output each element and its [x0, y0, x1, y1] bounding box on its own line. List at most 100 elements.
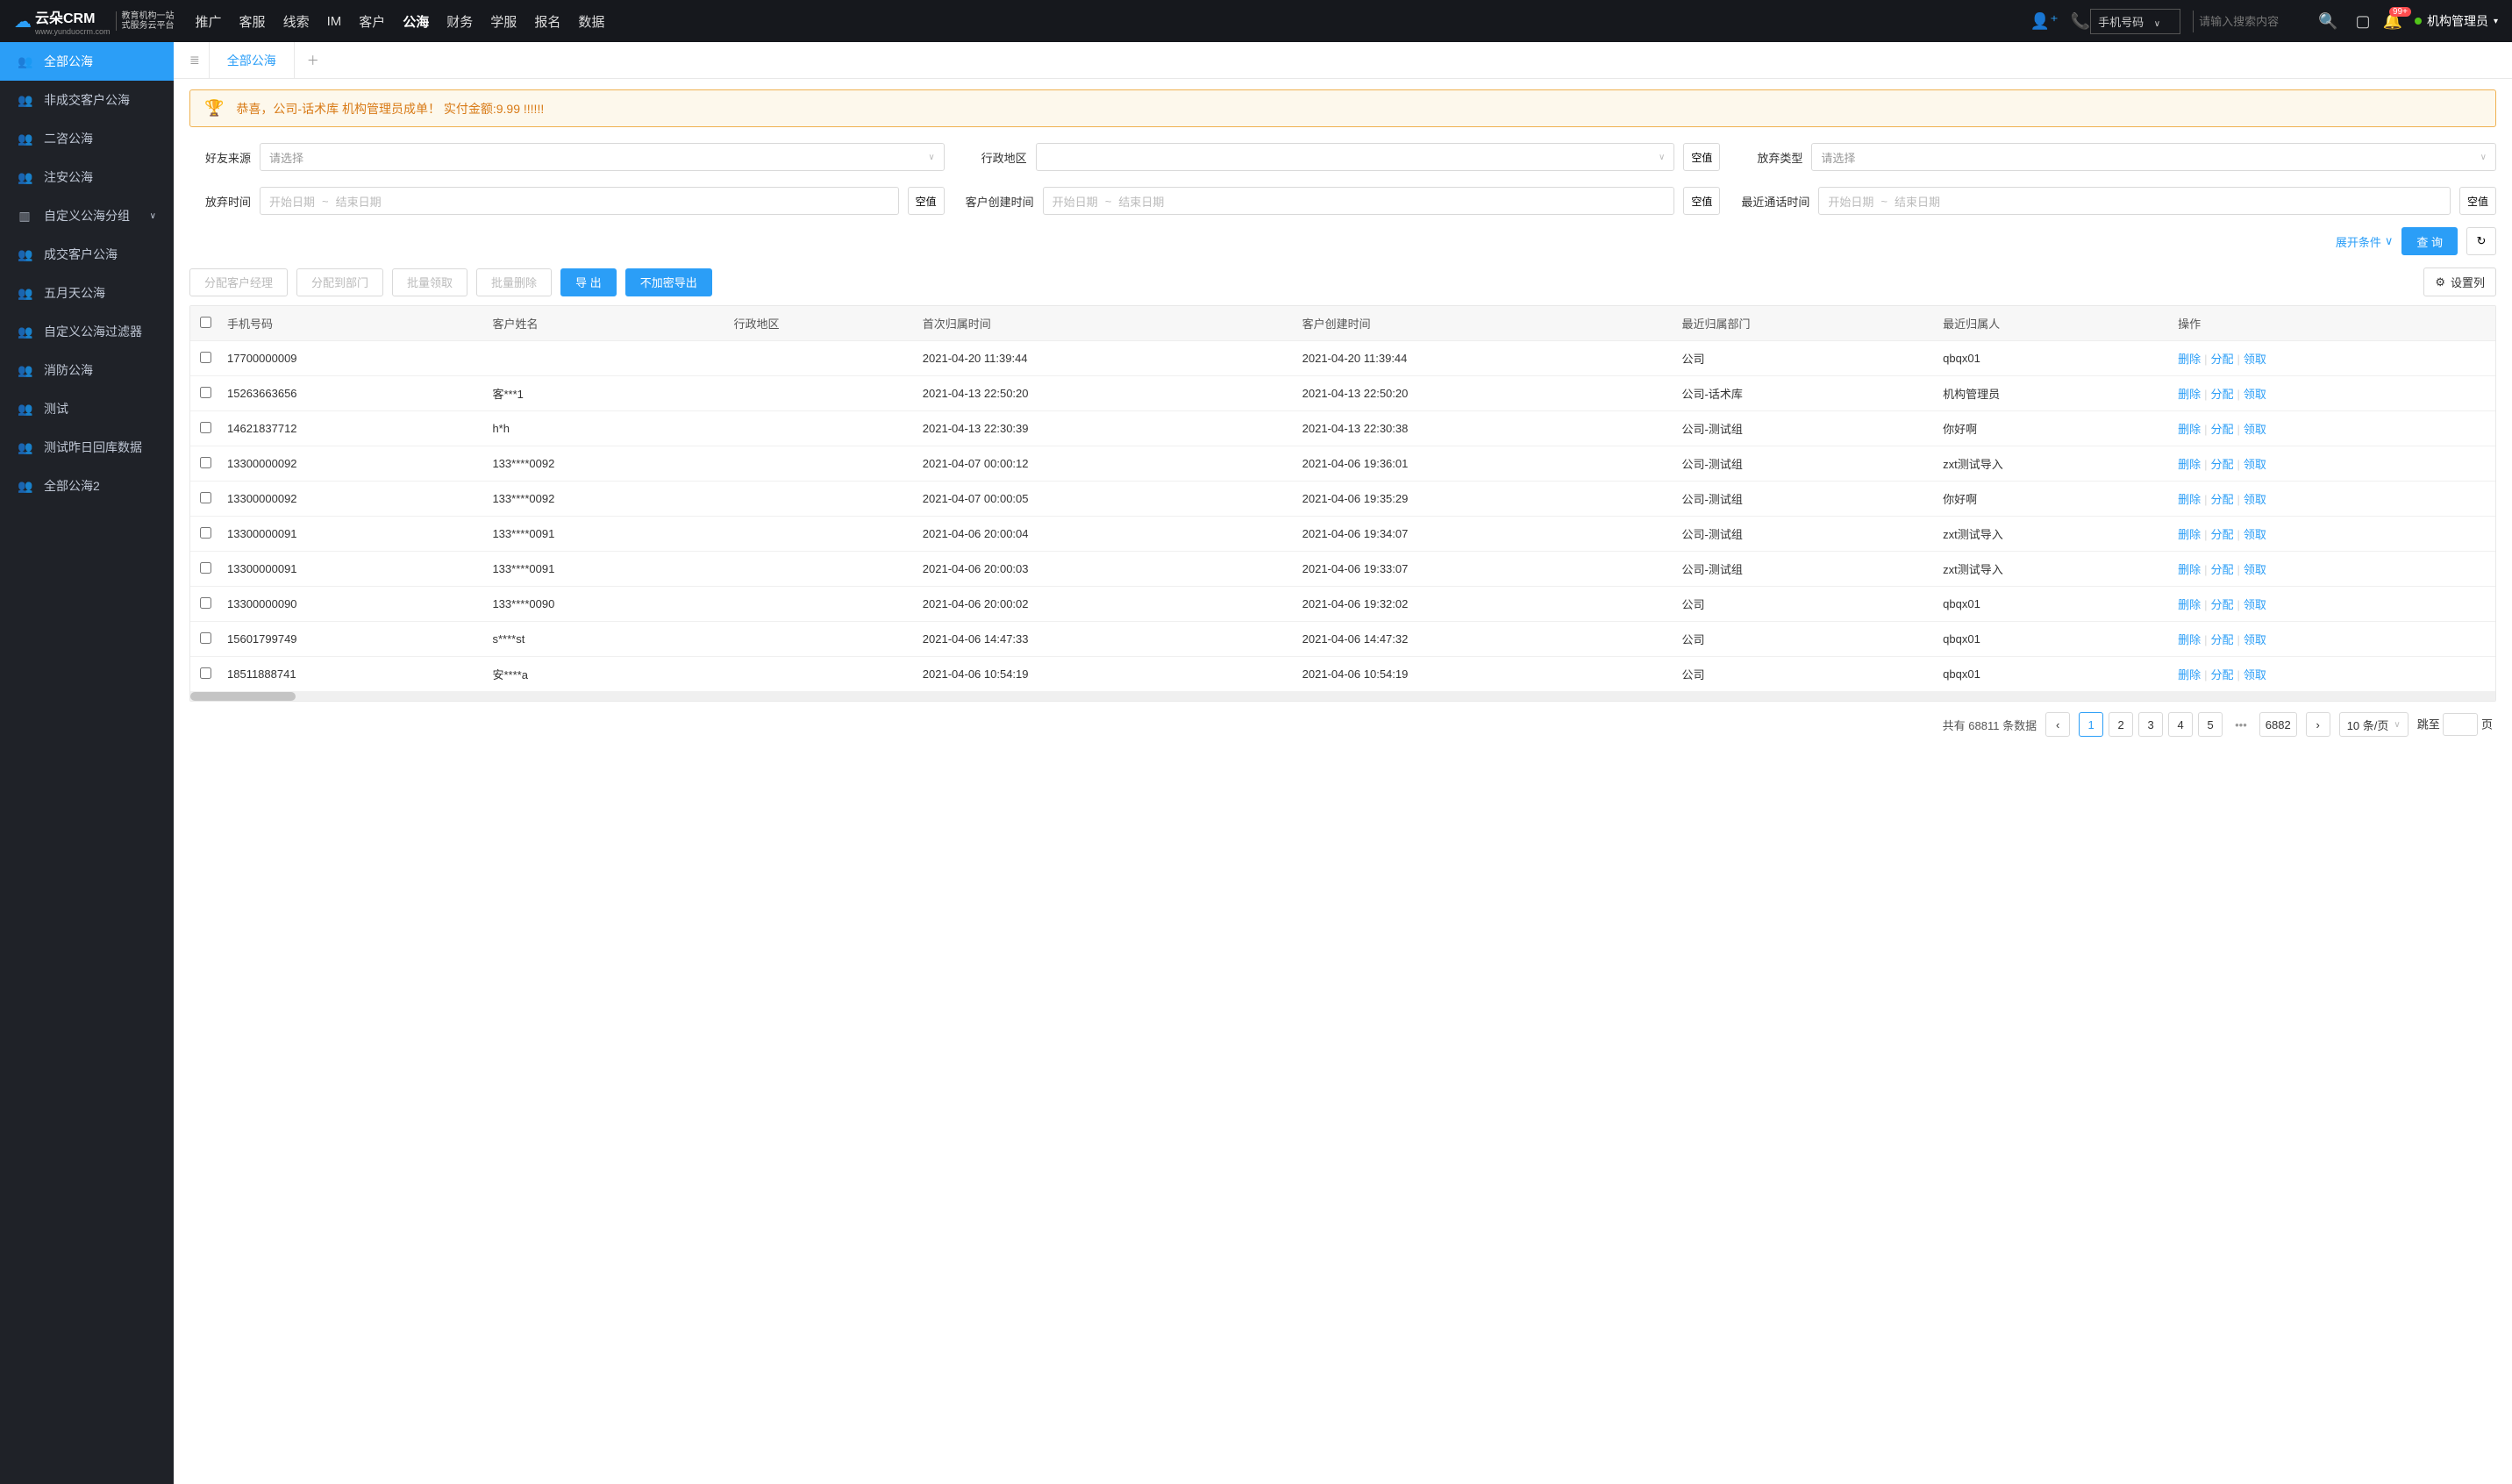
- page-button-4[interactable]: 4: [2168, 712, 2193, 737]
- search-type-select[interactable]: 手机号码 ∨: [2090, 9, 2180, 34]
- op-claim[interactable]: 领取: [2244, 528, 2266, 541]
- prev-page-button[interactable]: ‹: [2045, 712, 2070, 737]
- sidebar-item-0[interactable]: 👥全部公海: [0, 42, 174, 81]
- phone-icon[interactable]: 📞: [2071, 12, 2090, 31]
- sidebar-item-9[interactable]: 👥测试: [0, 389, 174, 428]
- scroll-thumb[interactable]: [190, 692, 296, 701]
- set-columns-button[interactable]: ⚙设置列: [2423, 268, 2496, 296]
- op-assign[interactable]: 分配: [2210, 633, 2233, 646]
- op-assign[interactable]: 分配: [2210, 493, 2233, 506]
- nav-item-2[interactable]: 线索: [283, 12, 310, 31]
- op-assign[interactable]: 分配: [2210, 598, 2233, 611]
- sidebar-item-10[interactable]: 👥测试昨日回库数据: [0, 428, 174, 467]
- batch-delete-button[interactable]: 批量删除: [476, 268, 552, 296]
- row-checkbox[interactable]: [200, 597, 211, 609]
- op-assign[interactable]: 分配: [2210, 668, 2233, 681]
- page-button-5[interactable]: 5: [2198, 712, 2223, 737]
- op-delete[interactable]: 删除: [2178, 493, 2201, 506]
- add-user-icon[interactable]: 👤⁺: [2030, 12, 2059, 31]
- call-time-null-button[interactable]: 空值: [2459, 187, 2496, 215]
- nav-item-9[interactable]: 数据: [578, 12, 604, 31]
- op-delete[interactable]: 删除: [2178, 423, 2201, 436]
- row-checkbox[interactable]: [200, 352, 211, 363]
- nav-item-5[interactable]: 公海: [403, 12, 429, 31]
- search-icon[interactable]: 🔍: [2318, 12, 2337, 31]
- op-claim[interactable]: 领取: [2244, 668, 2266, 681]
- row-checkbox[interactable]: [200, 667, 211, 679]
- sidebar-item-4[interactable]: ▥自定义公海分组∨: [0, 196, 174, 235]
- op-delete[interactable]: 删除: [2178, 668, 2201, 681]
- sidebar-item-7[interactable]: 👥自定义公海过滤器: [0, 312, 174, 351]
- op-delete[interactable]: 删除: [2178, 388, 2201, 401]
- op-claim[interactable]: 领取: [2244, 493, 2266, 506]
- sidebar-item-3[interactable]: 👥注安公海: [0, 158, 174, 196]
- assign-dept-button[interactable]: 分配到部门: [296, 268, 383, 296]
- assign-manager-button[interactable]: 分配客户经理: [189, 268, 288, 296]
- next-page-button[interactable]: ›: [2306, 712, 2330, 737]
- create-time-range[interactable]: 开始日期~结束日期: [1043, 187, 1675, 215]
- nav-item-7[interactable]: 学服: [490, 12, 517, 31]
- page-button-2[interactable]: 2: [2109, 712, 2133, 737]
- bell-icon[interactable]: 🔔99+: [2383, 12, 2402, 31]
- nav-item-0[interactable]: 推广: [196, 12, 222, 31]
- region-select[interactable]: ∨: [1036, 143, 1675, 171]
- op-claim[interactable]: 领取: [2244, 423, 2266, 436]
- row-checkbox[interactable]: [200, 387, 211, 398]
- refresh-button[interactable]: ↻: [2466, 227, 2496, 255]
- op-claim[interactable]: 领取: [2244, 353, 2266, 366]
- sidebar-item-8[interactable]: 👥消防公海: [0, 351, 174, 389]
- sidebar-item-2[interactable]: 👥二咨公海: [0, 119, 174, 158]
- abandon-time-null-button[interactable]: 空值: [908, 187, 945, 215]
- export-button[interactable]: 导 出: [560, 268, 617, 296]
- op-assign[interactable]: 分配: [2210, 353, 2233, 366]
- create-time-null-button[interactable]: 空值: [1683, 187, 1720, 215]
- query-button[interactable]: 查 询: [2401, 227, 2458, 255]
- select-all-checkbox[interactable]: [200, 317, 211, 328]
- op-claim[interactable]: 领取: [2244, 458, 2266, 471]
- friend-source-select[interactable]: 请选择∨: [260, 143, 945, 171]
- row-checkbox[interactable]: [200, 492, 211, 503]
- last-page-button[interactable]: 6882: [2259, 712, 2297, 737]
- abandon-type-select[interactable]: 请选择∨: [1811, 143, 2496, 171]
- sidebar-item-1[interactable]: 👥非成交客户公海: [0, 81, 174, 119]
- op-claim[interactable]: 领取: [2244, 388, 2266, 401]
- op-assign[interactable]: 分配: [2210, 458, 2233, 471]
- search-input[interactable]: [2199, 15, 2313, 28]
- op-assign[interactable]: 分配: [2210, 563, 2233, 576]
- row-checkbox[interactable]: [200, 457, 211, 468]
- horizontal-scrollbar[interactable]: [190, 692, 2495, 701]
- op-delete[interactable]: 删除: [2178, 633, 2201, 646]
- page-button-3[interactable]: 3: [2138, 712, 2163, 737]
- sidebar-item-5[interactable]: 👥成交客户公海: [0, 235, 174, 274]
- abandon-time-range[interactable]: 开始日期~结束日期: [260, 187, 899, 215]
- tab-list-icon[interactable]: ≣: [181, 42, 210, 78]
- op-claim[interactable]: 领取: [2244, 633, 2266, 646]
- op-delete[interactable]: 删除: [2178, 528, 2201, 541]
- monitor-icon[interactable]: ▢: [2356, 12, 2371, 31]
- row-checkbox[interactable]: [200, 527, 211, 539]
- jump-input[interactable]: [2443, 713, 2478, 736]
- nav-item-1[interactable]: 客服: [239, 12, 266, 31]
- op-assign[interactable]: 分配: [2210, 423, 2233, 436]
- row-checkbox[interactable]: [200, 562, 211, 574]
- logo[interactable]: ☁ 云朵CRM www.yunduocrm.com 教育机构一站式服务云平台: [14, 6, 175, 36]
- op-delete[interactable]: 删除: [2178, 458, 2201, 471]
- op-delete[interactable]: 删除: [2178, 563, 2201, 576]
- nav-item-6[interactable]: 财务: [446, 12, 473, 31]
- region-null-button[interactable]: 空值: [1683, 143, 1720, 171]
- sidebar-item-6[interactable]: 👥五月天公海: [0, 274, 174, 312]
- op-claim[interactable]: 领取: [2244, 598, 2266, 611]
- batch-claim-button[interactable]: 批量领取: [392, 268, 467, 296]
- expand-filter-link[interactable]: 展开条件 ∨: [2336, 233, 2394, 250]
- op-assign[interactable]: 分配: [2210, 388, 2233, 401]
- op-assign[interactable]: 分配: [2210, 528, 2233, 541]
- row-checkbox[interactable]: [200, 632, 211, 644]
- call-time-range[interactable]: 开始日期~结束日期: [1818, 187, 2451, 215]
- row-checkbox[interactable]: [200, 422, 211, 433]
- page-size-select[interactable]: 10 条/页∨: [2339, 712, 2409, 737]
- sidebar-item-11[interactable]: 👥全部公海2: [0, 467, 174, 505]
- tab-all-public[interactable]: 全部公海: [210, 42, 295, 78]
- op-delete[interactable]: 删除: [2178, 598, 2201, 611]
- nav-item-3[interactable]: IM: [327, 14, 342, 29]
- op-delete[interactable]: 删除: [2178, 353, 2201, 366]
